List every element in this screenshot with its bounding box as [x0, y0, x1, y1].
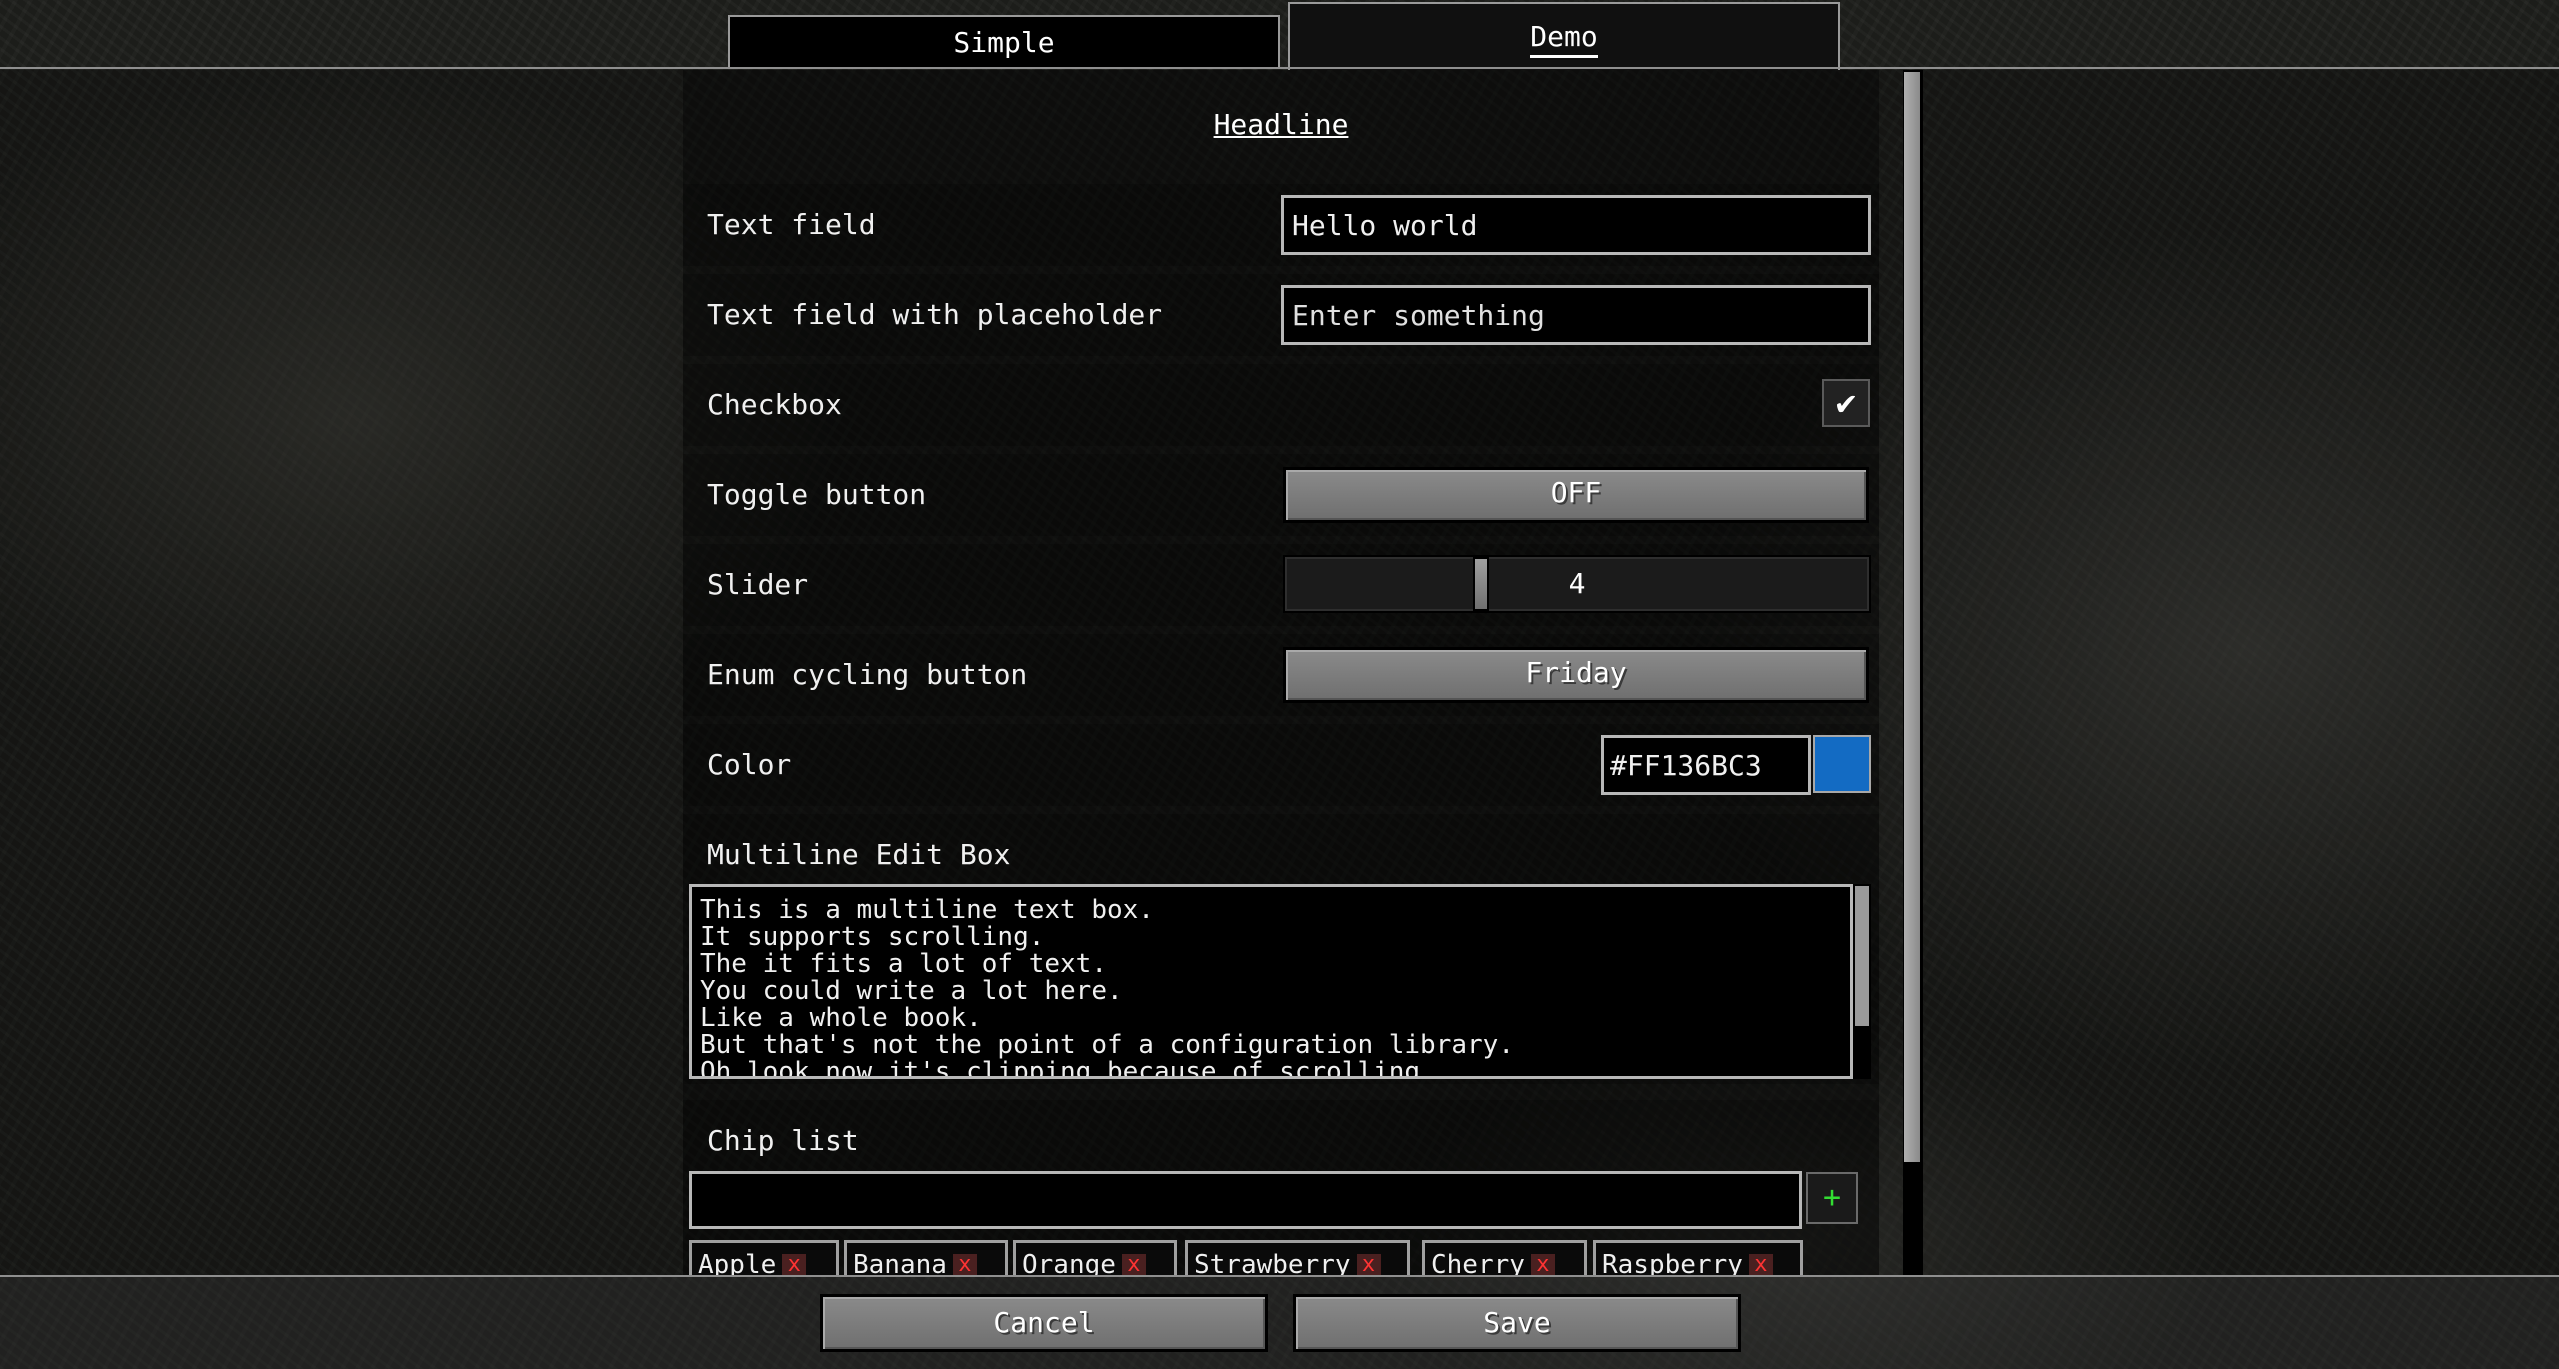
multiline-line: Like a whole book.: [700, 1003, 982, 1033]
multiline-line: The it fits a lot of text.: [700, 949, 1107, 979]
enum-value: Friday: [1525, 656, 1627, 689]
main-scrollbar-thumb[interactable]: [1904, 72, 1920, 1162]
remove-chip-icon[interactable]: x: [1748, 1253, 1773, 1275]
remove-chip-icon[interactable]: x: [952, 1253, 977, 1275]
remove-chip-icon[interactable]: x: [782, 1253, 807, 1275]
chip: Strawberry x: [1185, 1240, 1410, 1275]
chip: Banana x: [844, 1240, 1008, 1275]
text-field-placeholder-label: Text field with placeholder: [707, 298, 1163, 331]
header-divider: [0, 67, 2559, 69]
multiline-line: You could write a lot here.: [700, 976, 1123, 1006]
toggle-value: OFF: [1550, 476, 1602, 509]
chip-label: Apple: [698, 1250, 777, 1275]
chip-label: Banana: [853, 1250, 947, 1275]
chip-label: Cherry: [1431, 1250, 1525, 1275]
text-field-label: Text field: [707, 208, 876, 241]
color-hex-input[interactable]: [1601, 735, 1811, 795]
tab-bar: Simple Demo: [0, 0, 2559, 70]
checkbox-toggle[interactable]: ✔: [1822, 379, 1870, 427]
multiline-edit-box[interactable]: This is a multiline text box. It support…: [689, 884, 1853, 1079]
chip: Orange x: [1013, 1240, 1177, 1275]
toggle-label: Toggle button: [707, 478, 927, 511]
remove-chip-icon[interactable]: x: [1530, 1253, 1555, 1275]
footer: [0, 1277, 2559, 1369]
checkmark-icon: ✔: [1835, 383, 1857, 423]
save-button[interactable]: Save: [1293, 1294, 1741, 1352]
chip: Raspberry x: [1593, 1240, 1803, 1275]
slider[interactable]: 4: [1283, 555, 1871, 613]
remove-chip-icon[interactable]: x: [1121, 1253, 1146, 1275]
multiline-line: This is a multiline text box.: [700, 895, 1154, 925]
save-label: Save: [1483, 1306, 1551, 1339]
placeholder-input[interactable]: [1281, 285, 1871, 345]
color-swatch[interactable]: [1813, 735, 1871, 793]
enum-cycle-button[interactable]: Friday: [1283, 647, 1869, 703]
tab-demo-label: Demo: [1530, 20, 1598, 58]
chip-label: Raspberry: [1602, 1250, 1743, 1275]
slider-value: 4: [1568, 567, 1586, 600]
headline: Headline: [1213, 108, 1349, 141]
plus-icon: +: [1822, 1180, 1842, 1215]
multiline-label: Multiline Edit Box: [707, 838, 1011, 871]
checkbox-label: Checkbox: [707, 388, 842, 421]
multiline-scrollbar-thumb[interactable]: [1855, 886, 1869, 1026]
tab-demo[interactable]: Demo: [1288, 2, 1840, 70]
enum-label: Enum cycling button: [707, 658, 1028, 691]
add-chip-button[interactable]: +: [1806, 1172, 1858, 1224]
tab-simple-label: Simple: [953, 26, 1055, 59]
chip-list-label: Chip list: [707, 1124, 859, 1157]
tab-simple[interactable]: Simple: [728, 15, 1280, 68]
toggle-button[interactable]: OFF: [1283, 467, 1869, 523]
chip-input[interactable]: [689, 1171, 1802, 1229]
cancel-label: Cancel: [993, 1306, 1095, 1339]
cancel-button[interactable]: Cancel: [820, 1294, 1268, 1352]
multiline-line: Oh look now it's clipping because of scr…: [700, 1057, 1421, 1079]
text-field-input[interactable]: [1281, 195, 1871, 255]
chip: Apple x: [689, 1240, 839, 1275]
remove-chip-icon[interactable]: x: [1356, 1253, 1381, 1275]
row-checkbox: Checkbox: [683, 364, 1879, 446]
chip-label: Orange: [1022, 1250, 1116, 1275]
multiline-line: But that's not the point of a configurat…: [700, 1030, 1514, 1060]
multiline-line: It supports scrolling.: [700, 922, 1045, 952]
chip: Cherry x: [1422, 1240, 1587, 1275]
color-label: Color: [707, 748, 792, 781]
chip-label: Strawberry: [1194, 1250, 1351, 1275]
chip-container: Apple x Banana x Orange x Strawberry x Cherr…: [689, 1240, 1869, 1275]
slider-label: Slider: [707, 568, 809, 601]
